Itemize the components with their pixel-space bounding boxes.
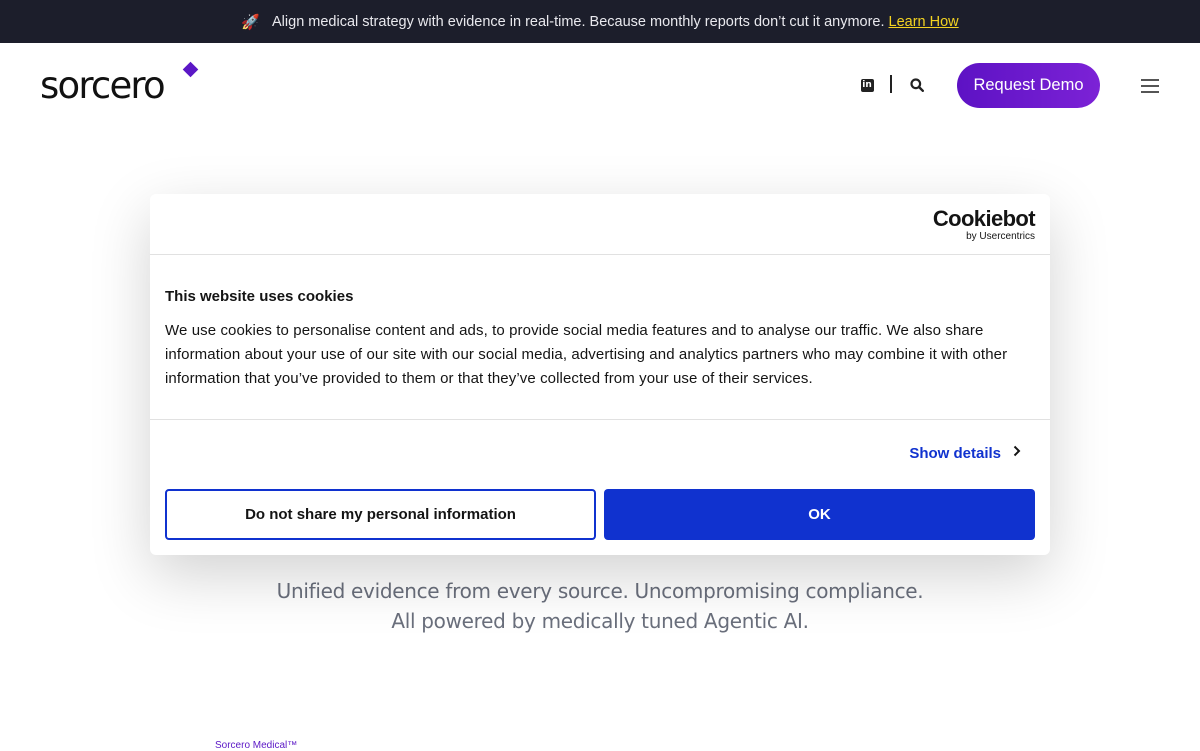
announcement-text: Align medical strategy with evidence in … [272, 13, 885, 30]
cookiebot-logo[interactable]: Cookiebot by Usercentrics [933, 208, 1036, 243]
show-details-link[interactable]: Show details [909, 444, 1021, 462]
request-demo-button[interactable]: Request Demo [957, 63, 1100, 108]
sorcero-logo[interactable]: sorcero [40, 67, 166, 104]
hamburger-menu-icon[interactable] [1141, 79, 1159, 93]
chevron-right-icon [1013, 444, 1021, 462]
cookie-dialog-title: This website uses cookies [165, 288, 354, 305]
cookie-consent-dialog: Cookiebot by Usercentrics This website u… [150, 194, 1050, 555]
product-label: Sorcero Medical™ [215, 740, 298, 751]
hero-tagline: Unified evidence from every source. Unco… [0, 576, 1200, 636]
logo-diamond-icon [182, 61, 199, 78]
cookie-dialog-header: Cookiebot by Usercentrics [150, 194, 1050, 255]
announcement-bar: 🚀 Align medical strategy with evidence i… [0, 0, 1200, 43]
cookie-dialog-text: We use cookies to personalise content an… [165, 322, 1008, 387]
tagline-line-1: Unified evidence from every source. Unco… [276, 579, 924, 603]
do-not-share-button[interactable]: Do not share my personal information [165, 489, 596, 540]
cookie-dialog-body: This website uses cookies We use cookies… [150, 255, 1050, 420]
linkedin-icon[interactable]: in [859, 77, 875, 93]
header-divider [890, 75, 892, 93]
ok-button[interactable]: OK [604, 489, 1035, 540]
tagline-line-2: All powered by medically tuned Agentic A… [391, 609, 809, 633]
learn-how-link[interactable]: Learn How [889, 14, 959, 30]
search-icon[interactable] [909, 77, 925, 93]
rocket-icon: 🚀 [241, 13, 261, 31]
site-header: sorcero in Request Demo [0, 43, 1200, 127]
